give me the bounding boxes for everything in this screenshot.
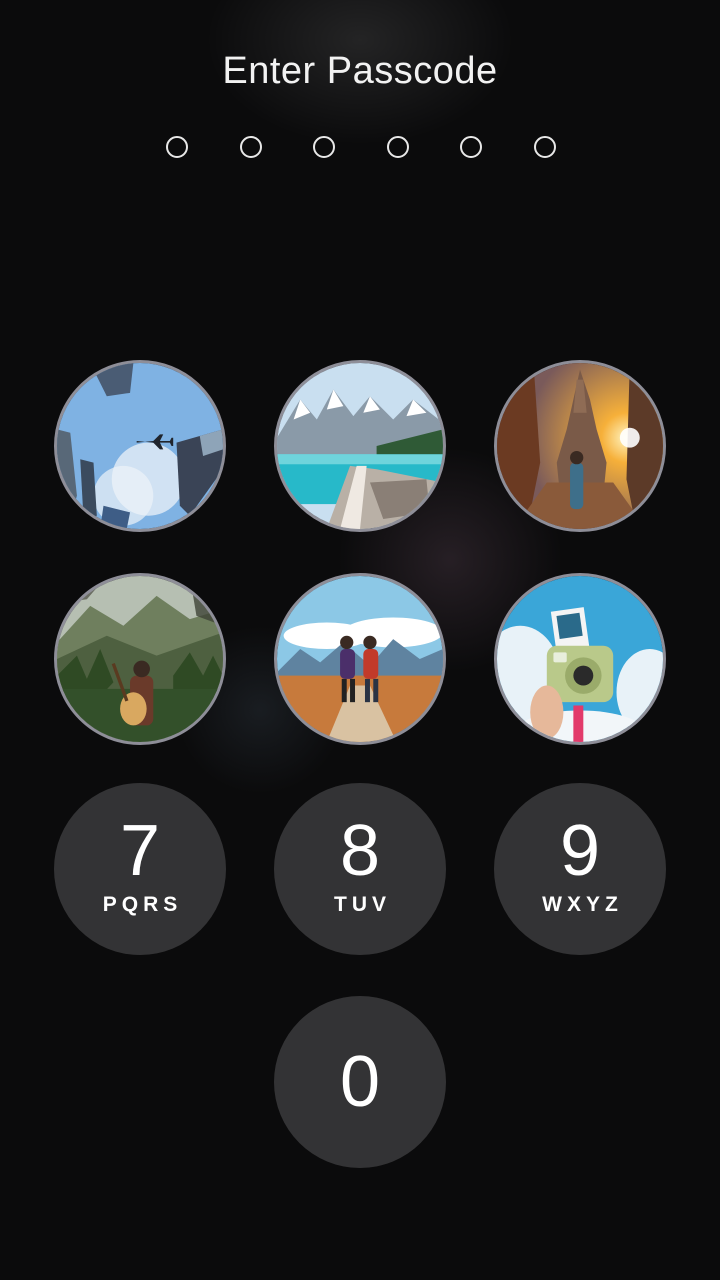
passcode-dot bbox=[239, 136, 262, 158]
passcode-dot bbox=[460, 136, 483, 158]
photo-key-3[interactable] bbox=[494, 360, 666, 532]
hikers-mountains-photo-icon bbox=[277, 576, 443, 742]
key-digit: 0 bbox=[339, 1042, 381, 1122]
key-9-button[interactable]: 9 WXYZ bbox=[494, 783, 666, 955]
passcode-dot bbox=[313, 136, 336, 158]
passcode-dot bbox=[533, 136, 556, 158]
key-0-button[interactable]: 0 bbox=[274, 996, 446, 1168]
passcode-dot bbox=[386, 136, 409, 158]
passcode-indicator bbox=[166, 136, 556, 164]
instant-camera-photo-icon bbox=[497, 576, 663, 742]
forest-guitarist-photo-icon bbox=[57, 576, 223, 742]
key-letters: TUV bbox=[334, 893, 391, 916]
key-digit: 8 bbox=[339, 811, 381, 891]
photo-key-6[interactable] bbox=[494, 573, 666, 745]
photo-key-5[interactable] bbox=[274, 573, 446, 745]
key-digit: 9 bbox=[559, 811, 601, 891]
photo-key-4[interactable] bbox=[54, 573, 226, 745]
key-letters: PQRS bbox=[102, 893, 183, 916]
key-7-button[interactable]: 7 PQRS bbox=[54, 783, 226, 955]
key-8-button[interactable]: 8 TUV bbox=[274, 783, 446, 955]
key-digit: 7 bbox=[119, 811, 161, 891]
photo-key-2[interactable] bbox=[274, 360, 446, 532]
passcode-dot bbox=[166, 136, 188, 158]
key-letters: WXYZ bbox=[542, 893, 623, 916]
lock-screen: Enter Passcode 7 PQRS 8 TUV 9 WXYZ 0 bbox=[0, 0, 720, 1280]
page-title: Enter Passcode bbox=[222, 50, 498, 92]
skyscrapers-airplane-photo-icon bbox=[57, 363, 223, 529]
temple-sunset-photo-icon bbox=[497, 363, 663, 529]
photo-key-1[interactable] bbox=[54, 360, 226, 532]
mountain-lake-photo-icon bbox=[277, 363, 443, 529]
